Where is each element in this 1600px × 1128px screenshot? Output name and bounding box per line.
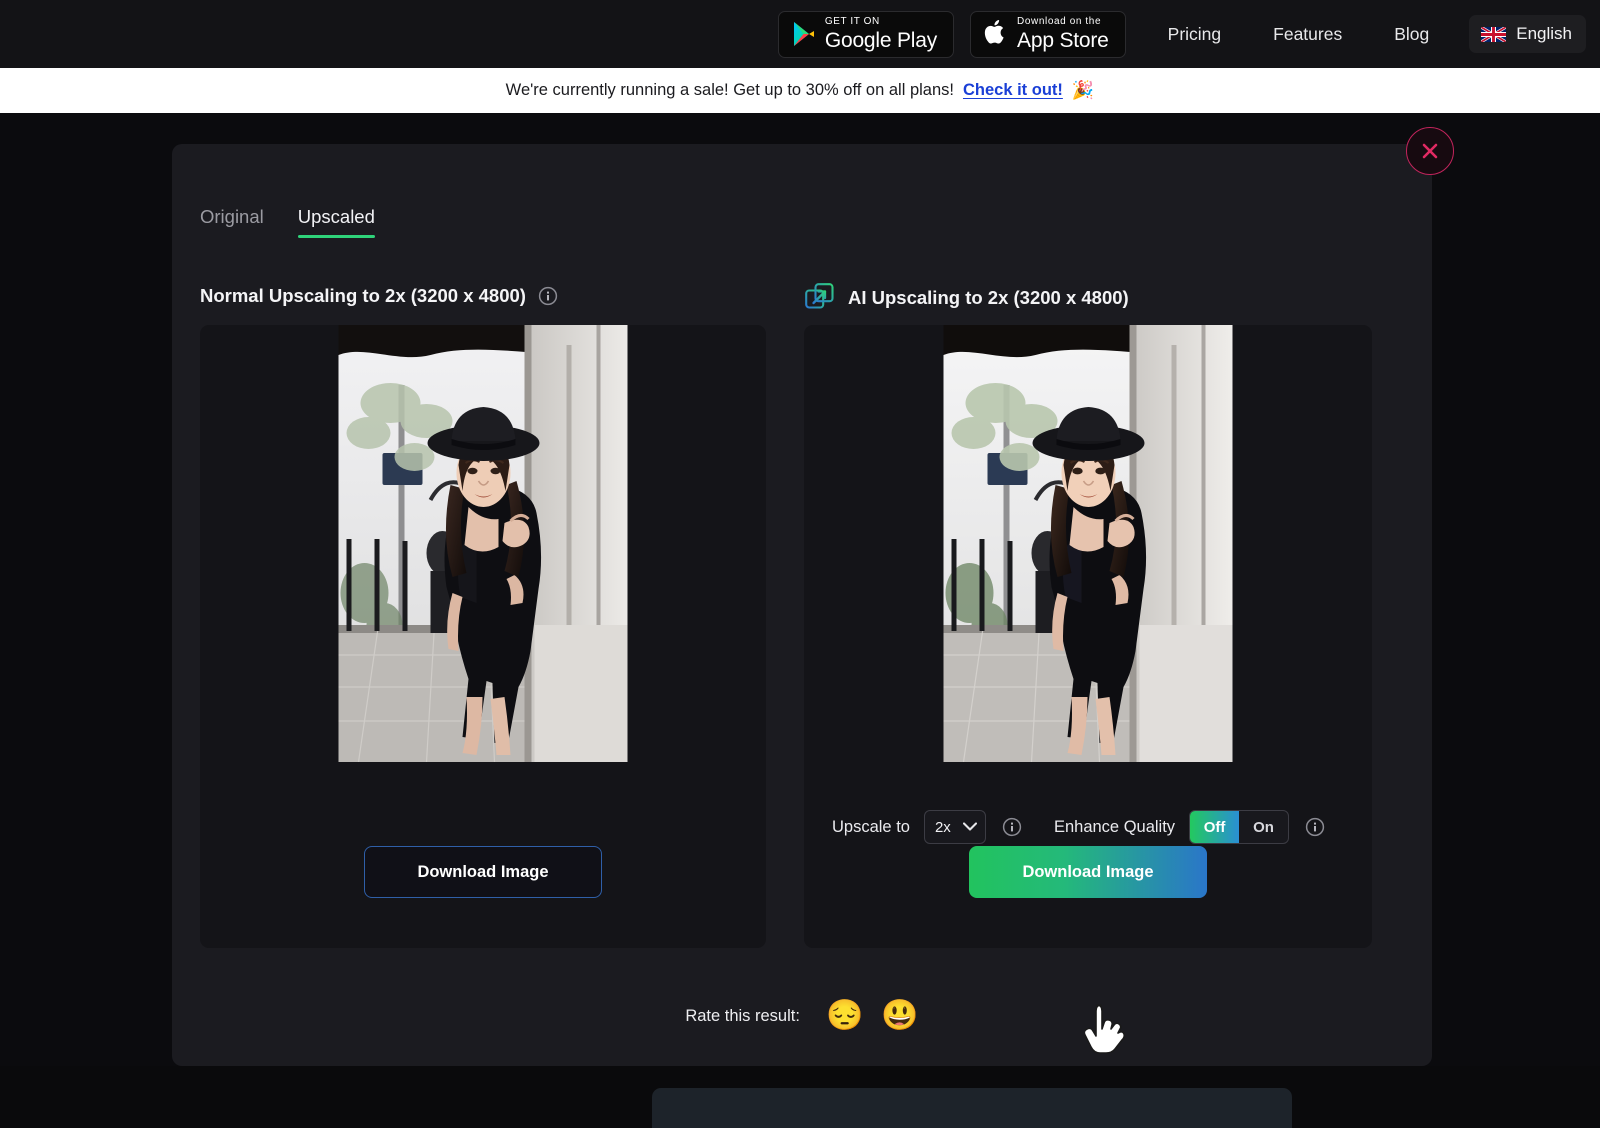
language-selector[interactable]: English bbox=[1469, 15, 1586, 53]
normal-upscaling-heading: Normal Upscaling to 2x (3200 x 4800) bbox=[200, 285, 558, 307]
enhance-quality-toggle[interactable]: Off On bbox=[1189, 810, 1289, 844]
enhance-quality-label: Enhance Quality bbox=[1054, 818, 1175, 837]
upscale-factor-value: 2x bbox=[935, 819, 951, 836]
uk-flag-icon bbox=[1481, 27, 1506, 42]
page-body: Original Upscaled Normal Upscaling to 2x… bbox=[0, 113, 1600, 1066]
normal-upscaled-image bbox=[339, 325, 628, 762]
close-icon bbox=[1420, 141, 1440, 161]
app-store-small-label: Download on the bbox=[1017, 17, 1109, 27]
google-play-label: Google Play bbox=[825, 30, 937, 51]
nav-link-features[interactable]: Features bbox=[1247, 14, 1368, 55]
tab-upscaled[interactable]: Upscaled bbox=[298, 206, 375, 238]
normal-upscaling-title: Normal Upscaling to 2x (3200 x 4800) bbox=[200, 285, 526, 307]
sale-banner: We're currently running a sale! Get up t… bbox=[0, 68, 1600, 113]
enhance-info-icon[interactable] bbox=[1305, 817, 1325, 837]
download-ai-label: Download Image bbox=[1022, 863, 1153, 882]
app-store-label: App Store bbox=[1017, 30, 1109, 51]
google-play-badge[interactable]: GET IT ON Google Play bbox=[778, 11, 954, 58]
tab-original[interactable]: Original bbox=[200, 206, 264, 238]
upscale-to-label: Upscale to bbox=[832, 818, 910, 837]
app-store-badge[interactable]: Download on the App Store bbox=[970, 11, 1126, 58]
upscale-result-modal: Original Upscaled Normal Upscaling to 2x… bbox=[172, 144, 1432, 1066]
download-ai-button[interactable]: Download Image bbox=[969, 846, 1207, 898]
google-play-icon bbox=[792, 21, 816, 47]
chevron-down-icon bbox=[963, 818, 977, 836]
ai-upscaling-title: AI Upscaling to 2x (3200 x 4800) bbox=[848, 287, 1129, 309]
nav-link-pricing[interactable]: Pricing bbox=[1142, 14, 1248, 55]
apple-icon bbox=[984, 18, 1008, 51]
result-tabs: Original Upscaled bbox=[200, 206, 375, 238]
sale-banner-link[interactable]: Check it out! bbox=[963, 81, 1063, 100]
upscale-factor-select[interactable]: 2x bbox=[924, 810, 986, 844]
download-normal-label: Download Image bbox=[417, 863, 548, 882]
rate-result-label: Rate this result: bbox=[685, 1007, 800, 1026]
rate-bad-button[interactable]: 😔 bbox=[826, 1001, 863, 1031]
close-modal-button[interactable] bbox=[1406, 127, 1454, 175]
normal-upscale-panel: Download Image bbox=[200, 325, 766, 948]
google-play-small-label: GET IT ON bbox=[825, 17, 937, 27]
ai-upscaling-heading: AI Upscaling to 2x (3200 x 4800) bbox=[804, 282, 1129, 314]
download-normal-button[interactable]: Download Image bbox=[364, 846, 602, 898]
rate-result-row: Rate this result: 😔 😃 bbox=[172, 1001, 1432, 1031]
ai-upscale-icon bbox=[804, 282, 836, 314]
enhance-off-option[interactable]: Off bbox=[1190, 811, 1239, 843]
language-label: English bbox=[1516, 24, 1572, 44]
bottom-peek-card bbox=[652, 1088, 1292, 1128]
sale-banner-text: We're currently running a sale! Get up t… bbox=[506, 81, 954, 100]
party-popper-icon: 🎉 bbox=[1072, 80, 1094, 101]
ai-upscale-controls: Upscale to 2x Enhance Quality Off bbox=[832, 810, 1325, 844]
ai-upscale-panel: Download Image bbox=[804, 325, 1372, 948]
upscale-info-icon[interactable] bbox=[1002, 817, 1022, 837]
info-icon[interactable] bbox=[538, 286, 558, 306]
nav-link-blog[interactable]: Blog bbox=[1368, 14, 1455, 55]
enhance-on-option[interactable]: On bbox=[1239, 811, 1288, 843]
rate-good-button[interactable]: 😃 bbox=[881, 1001, 918, 1031]
top-navigation-bar: GET IT ON Google Play Download on the Ap… bbox=[0, 0, 1600, 68]
ai-upscaled-image bbox=[944, 325, 1233, 762]
